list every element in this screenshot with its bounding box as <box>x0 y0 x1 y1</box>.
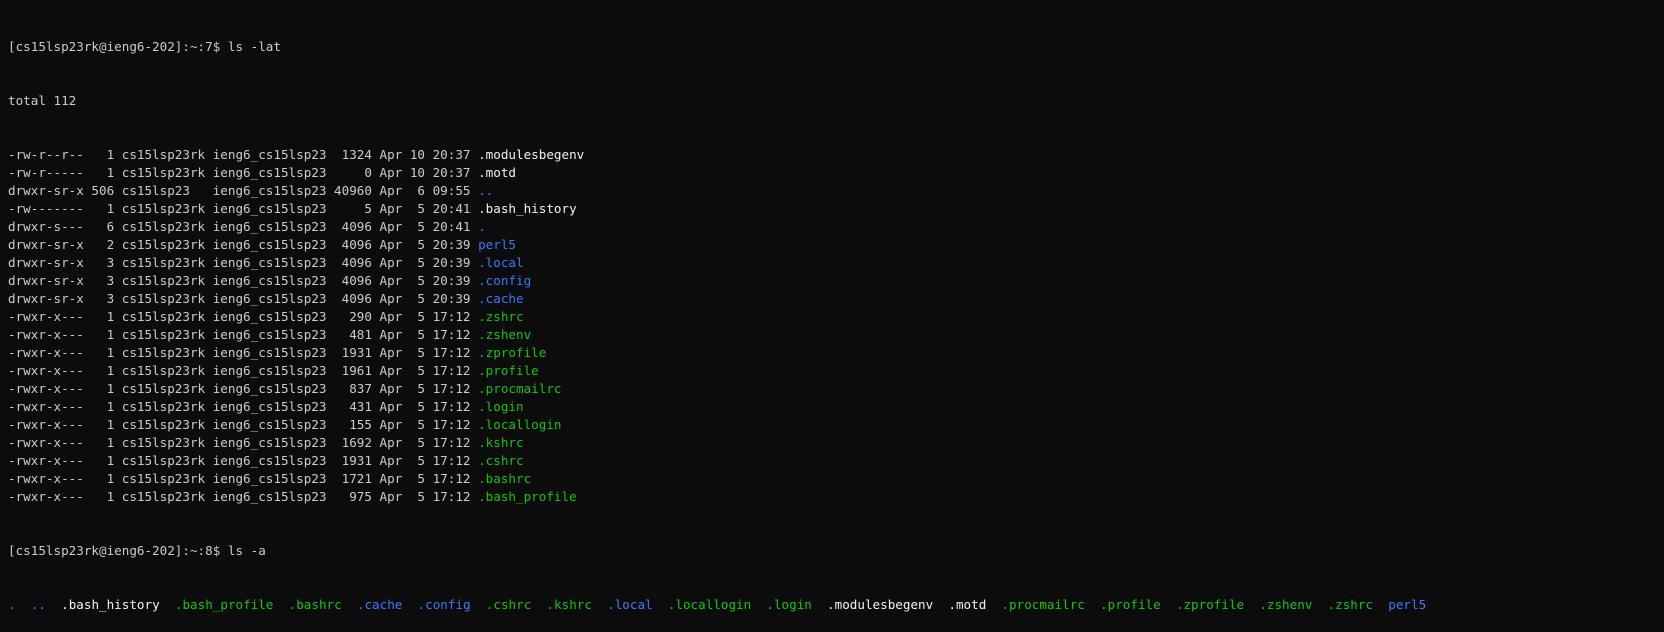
file-name: .locallogin <box>667 597 752 612</box>
listing-row: -rw-r----- 1 cs15lsp23rk ieng6_cs15lsp23… <box>8 164 1664 182</box>
file-metadata: -rwxr-x--- 1 cs15lsp23rk ieng6_cs15lsp23… <box>8 489 479 504</box>
file-name: .modulesbegenv <box>478 147 585 162</box>
listing-row: drwxr-sr-x 506 cs15lsp23 ieng6_cs15lsp23… <box>8 182 1664 200</box>
file-metadata: -rw------- 1 cs15lsp23rk ieng6_cs15lsp23… <box>8 201 479 216</box>
file-name: . <box>478 219 486 234</box>
listing-row: drwxr-s--- 6 cs15lsp23rk ieng6_cs15lsp23… <box>8 218 1664 236</box>
file-name: .login <box>478 399 524 414</box>
listing-row: -rw------- 1 cs15lsp23rk ieng6_cs15lsp23… <box>8 200 1664 218</box>
file-metadata: -rwxr-x--- 1 cs15lsp23rk ieng6_cs15lsp23… <box>8 345 479 360</box>
file-name: .bash_profile <box>174 597 274 612</box>
file-name: .local <box>607 597 653 612</box>
file-name: .bashrc <box>288 597 342 612</box>
command-text: ls -lat <box>227 39 281 54</box>
listing-row: -rwxr-x--- 1 cs15lsp23rk ieng6_cs15lsp23… <box>8 326 1664 344</box>
ls-a-output: . .. .bash_history .bash_profile .bashrc… <box>8 596 1664 614</box>
file-name: .kshrc <box>546 597 592 612</box>
prompt-line-2: [cs15lsp23rk@ieng6-202]:~:8$ ls -a <box>8 542 1664 560</box>
file-name: .cshrc <box>478 453 524 468</box>
listing-row: -rwxr-x--- 1 cs15lsp23rk ieng6_cs15lsp23… <box>8 380 1664 398</box>
listing-row: drwxr-sr-x 3 cs15lsp23rk ieng6_cs15lsp23… <box>8 272 1664 290</box>
terminal-window[interactable]: [cs15lsp23rk@ieng6-202]:~:7$ ls -lat tot… <box>0 0 1664 612</box>
listing-row: -rwxr-x--- 1 cs15lsp23rk ieng6_cs15lsp23… <box>8 308 1664 326</box>
file-name: .. <box>30 597 46 612</box>
file-metadata: drwxr-sr-x 3 cs15lsp23rk ieng6_cs15lsp23… <box>8 291 479 306</box>
file-metadata: -rwxr-x--- 1 cs15lsp23rk ieng6_cs15lsp23… <box>8 453 479 468</box>
listing-row: -rwxr-x--- 1 cs15lsp23rk ieng6_cs15lsp23… <box>8 416 1664 434</box>
file-name: .bash_profile <box>478 489 577 504</box>
file-name: .cache <box>356 597 403 612</box>
prompt-line-1: [cs15lsp23rk@ieng6-202]:~:7$ ls -lat <box>8 38 1664 56</box>
file-name: .bash_history <box>61 597 160 612</box>
file-name: .zprofile <box>478 345 547 360</box>
file-name: .procmailrc <box>1001 597 1085 612</box>
file-name: .login <box>766 597 812 612</box>
file-metadata: -rw-r--r-- 1 cs15lsp23rk ieng6_cs15lsp23… <box>8 147 479 162</box>
file-name: .profile <box>478 363 539 378</box>
file-name: .bash_history <box>478 201 577 216</box>
file-name: .cshrc <box>485 597 532 612</box>
file-metadata: -rwxr-x--- 1 cs15lsp23rk ieng6_cs15lsp23… <box>8 435 479 450</box>
total-line: total 112 <box>8 93 77 108</box>
file-name: .motd <box>948 597 987 612</box>
listing-row: drwxr-sr-x 2 cs15lsp23rk ieng6_cs15lsp23… <box>8 236 1664 254</box>
file-metadata: -rwxr-x--- 1 cs15lsp23rk ieng6_cs15lsp23… <box>8 381 479 396</box>
listing-row: -rwxr-x--- 1 cs15lsp23rk ieng6_cs15lsp23… <box>8 452 1664 470</box>
ls-lat-output: -rw-r--r-- 1 cs15lsp23rk ieng6_cs15lsp23… <box>8 146 1664 506</box>
file-name: .bashrc <box>478 471 532 486</box>
shell-prompt: [cs15lsp23rk@ieng6-202]:~:8$ <box>8 543 228 558</box>
file-name: .profile <box>1100 597 1161 612</box>
file-metadata: -rwxr-x--- 1 cs15lsp23rk ieng6_cs15lsp23… <box>8 327 479 342</box>
file-name: .. <box>478 183 494 198</box>
file-name: .config <box>478 273 532 288</box>
file-metadata: drwxr-sr-x 3 cs15lsp23rk ieng6_cs15lsp23… <box>8 273 479 288</box>
file-name: .zprofile <box>1175 597 1245 612</box>
file-metadata: -rw-r----- 1 cs15lsp23rk ieng6_cs15lsp23… <box>8 165 479 180</box>
file-name: .zshenv <box>478 327 532 342</box>
listing-row: drwxr-sr-x 3 cs15lsp23rk ieng6_cs15lsp23… <box>8 290 1664 308</box>
file-metadata: drwxr-sr-x 506 cs15lsp23 ieng6_cs15lsp23… <box>8 183 479 198</box>
file-name: .zshrc <box>1327 597 1374 612</box>
file-metadata: -rwxr-x--- 1 cs15lsp23rk ieng6_cs15lsp23… <box>8 417 479 432</box>
file-metadata: drwxr-sr-x 3 cs15lsp23rk ieng6_cs15lsp23… <box>8 255 479 270</box>
file-metadata: -rwxr-x--- 1 cs15lsp23rk ieng6_cs15lsp23… <box>8 309 479 324</box>
file-name: .local <box>478 255 524 270</box>
file-name: .motd <box>478 165 517 180</box>
listing-row: drwxr-sr-x 3 cs15lsp23rk ieng6_cs15lsp23… <box>8 254 1664 272</box>
file-name: perl5 <box>1388 597 1427 612</box>
file-name: .config <box>417 597 471 612</box>
file-name: .zshenv <box>1259 597 1313 612</box>
file-name: . <box>8 597 16 612</box>
file-metadata: -rwxr-x--- 1 cs15lsp23rk ieng6_cs15lsp23… <box>8 399 479 414</box>
file-name: .zshrc <box>478 309 524 324</box>
file-name: perl5 <box>478 237 517 252</box>
file-metadata: drwxr-sr-x 2 cs15lsp23rk ieng6_cs15lsp23… <box>8 237 479 252</box>
file-name: .cache <box>478 291 524 306</box>
shell-prompt: [cs15lsp23rk@ieng6-202]:~:7$ <box>8 39 228 54</box>
file-metadata: drwxr-s--- 6 cs15lsp23rk ieng6_cs15lsp23… <box>8 219 479 234</box>
command-text: ls -a <box>227 543 266 558</box>
file-name: .locallogin <box>478 417 562 432</box>
listing-row: -rwxr-x--- 1 cs15lsp23rk ieng6_cs15lsp23… <box>8 344 1664 362</box>
listing-row: -rwxr-x--- 1 cs15lsp23rk ieng6_cs15lsp23… <box>8 434 1664 452</box>
listing-row: -rwxr-x--- 1 cs15lsp23rk ieng6_cs15lsp23… <box>8 470 1664 488</box>
listing-row: -rwxr-x--- 1 cs15lsp23rk ieng6_cs15lsp23… <box>8 488 1664 506</box>
listing-row: -rwxr-x--- 1 cs15lsp23rk ieng6_cs15lsp23… <box>8 398 1664 416</box>
file-name: .modulesbegenv <box>827 597 934 612</box>
file-name: .procmailrc <box>478 381 562 396</box>
file-metadata: -rwxr-x--- 1 cs15lsp23rk ieng6_cs15lsp23… <box>8 363 479 378</box>
file-metadata: -rwxr-x--- 1 cs15lsp23rk ieng6_cs15lsp23… <box>8 471 479 486</box>
listing-row: -rw-r--r-- 1 cs15lsp23rk ieng6_cs15lsp23… <box>8 146 1664 164</box>
file-name: .kshrc <box>478 435 524 450</box>
listing-row: -rwxr-x--- 1 cs15lsp23rk ieng6_cs15lsp23… <box>8 362 1664 380</box>
